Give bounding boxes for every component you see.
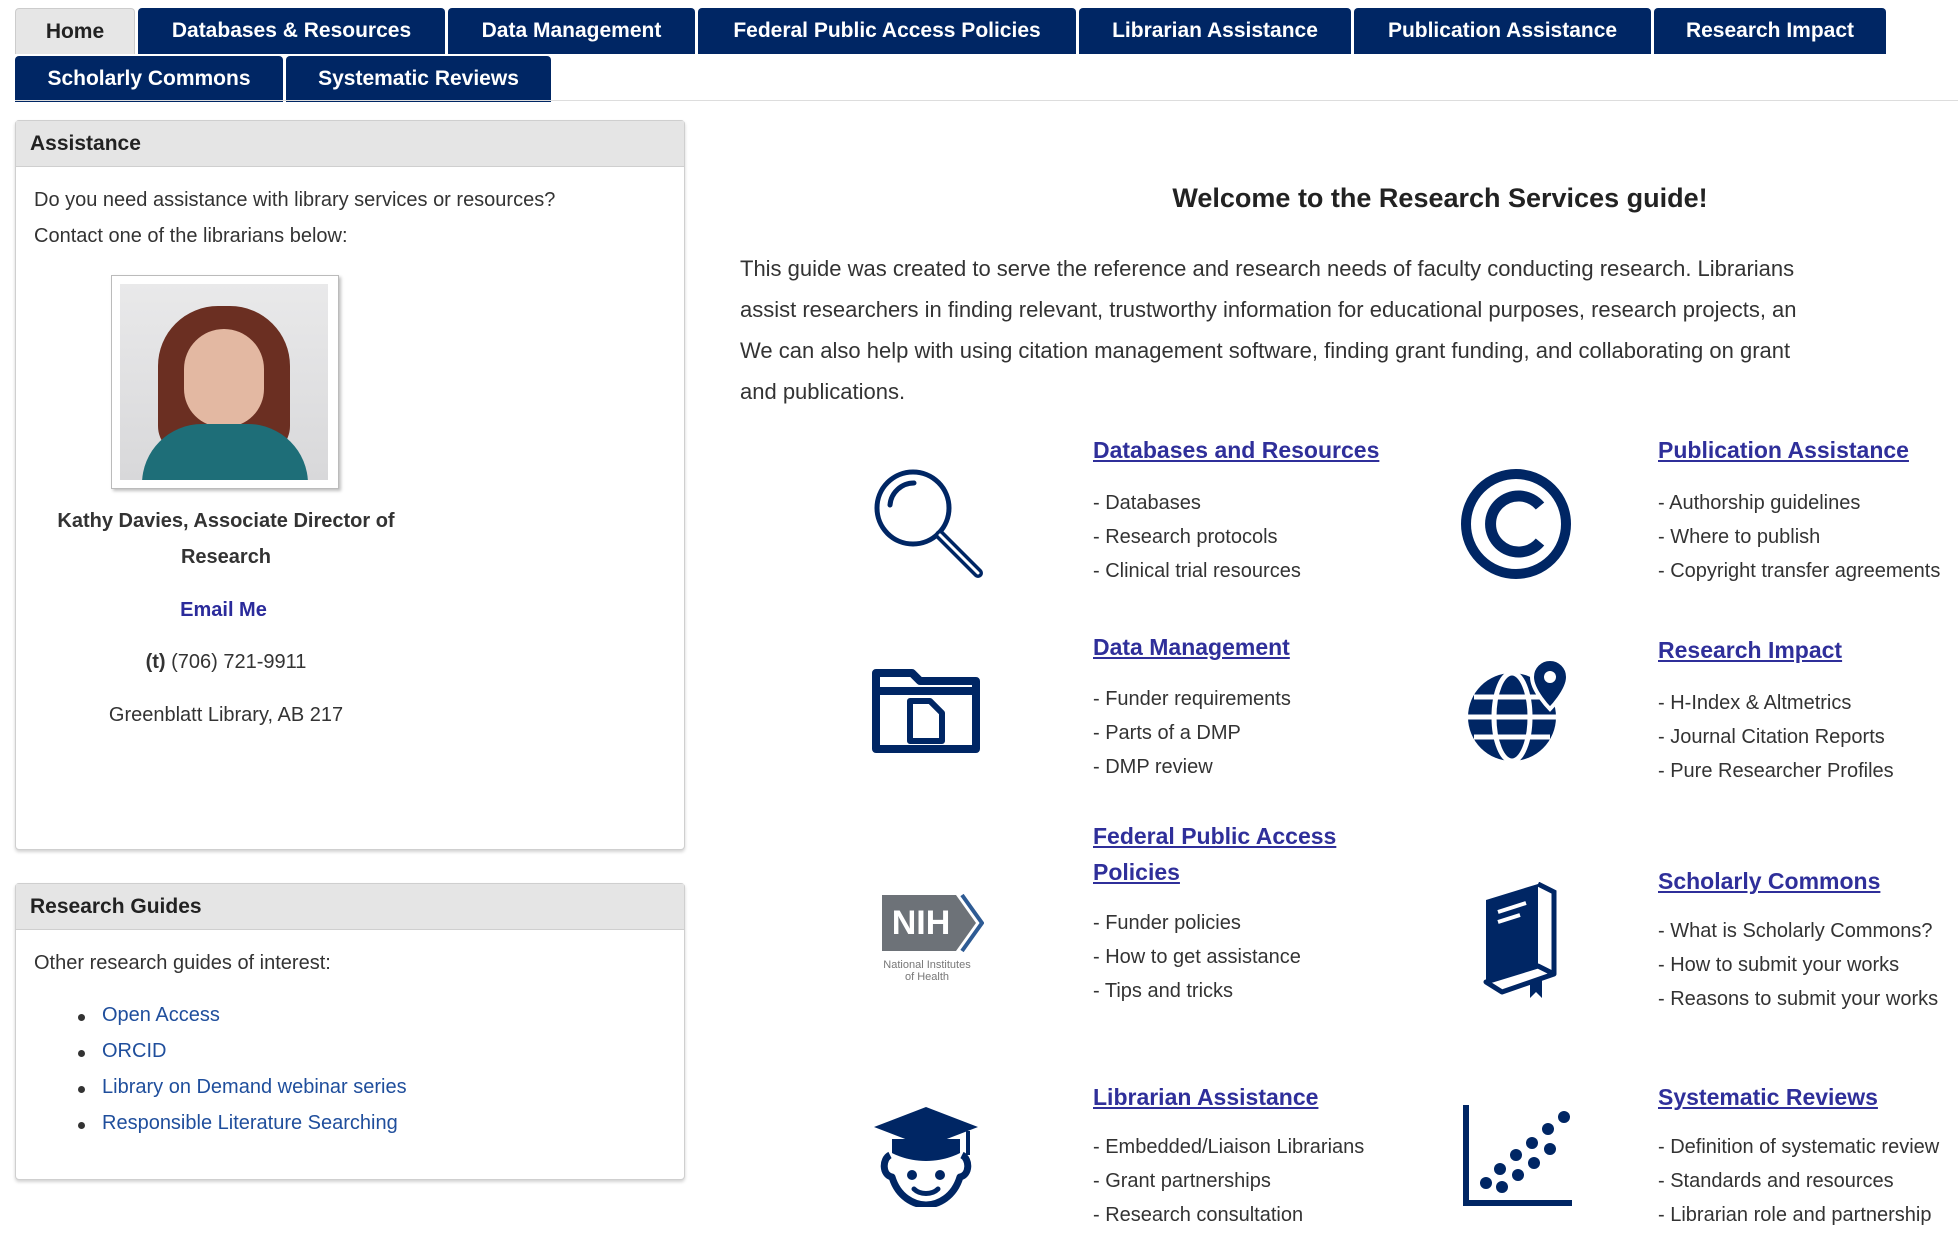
tab-scholarly-commons[interactable]: Scholarly Commons <box>15 56 283 102</box>
list-item: - Journal Citation Reports <box>1658 726 1885 748</box>
list-item: Responsible Literature Searching <box>78 1112 407 1148</box>
section-link-data-management[interactable]: Data Management <box>1093 629 1290 665</box>
section-link-publication[interactable]: Publication Assistance <box>1658 432 1909 468</box>
section-link-librarian-assistance[interactable]: Librarian Assistance <box>1093 1079 1318 1115</box>
list-item: - Databases <box>1093 492 1201 514</box>
list-item: ORCID <box>78 1040 407 1076</box>
databases-bullets: - Databases - Research protocols - Clini… <box>1093 492 1301 594</box>
guide-link-literature-searching[interactable]: Responsible Literature Searching <box>102 1112 398 1134</box>
list-item: - How to submit your works <box>1658 954 1900 976</box>
list-item: Open Access <box>78 1004 407 1040</box>
systematic-reviews-bullets: - Definition of systematic review - Stan… <box>1658 1136 1939 1238</box>
assistance-intro-line1: Do you need assistance with library serv… <box>34 189 556 211</box>
intro-line: assist researchers in finding relevant, … <box>740 297 1797 322</box>
federal-title-line1: Federal Public Access <box>1093 823 1337 849</box>
list-item: - Research consultation <box>1093 1204 1304 1226</box>
graduate-icon <box>874 1107 978 1207</box>
tabs-divider <box>15 100 1958 101</box>
guide-link-orcid[interactable]: ORCID <box>102 1040 166 1062</box>
list-item: - Copyright transfer agreements <box>1658 560 1941 582</box>
list-item: - Funder requirements <box>1093 688 1291 710</box>
office-location: Greenblatt Library, AB 217 <box>108 704 344 726</box>
research-guides-title: Research Guides <box>16 884 684 930</box>
phone-prefix: (t) <box>145 651 166 673</box>
list-item: - What is Scholarly Commons? <box>1658 920 1933 942</box>
tab-row-1: Home Databases & Resources Data Manageme… <box>15 8 1889 54</box>
list-item: - Grant partnerships <box>1093 1170 1271 1192</box>
section-link-research-impact[interactable]: Research Impact <box>1658 632 1842 668</box>
page-title: Welcome to the Research Services guide! <box>1172 183 1708 213</box>
list-item: - Standards and resources <box>1658 1170 1894 1192</box>
data-management-bullets: - Funder requirements - Parts of a DMP -… <box>1093 688 1291 790</box>
list-item: - Funder policies <box>1093 912 1241 934</box>
publication-bullets: - Authorship guidelines - Where to publi… <box>1658 492 1940 594</box>
research-guides-list: Open Access ORCID Library on Demand webi… <box>78 1004 407 1148</box>
globe-pin-icon <box>1468 656 1571 764</box>
librarian-name: Kathy Davies, Associate Director of Rese… <box>16 503 436 575</box>
assistance-intro-line2: Contact one of the librarians below: <box>34 225 348 247</box>
tab-data-management[interactable]: Data Management <box>448 8 695 54</box>
tab-research-impact[interactable]: Research Impact <box>1654 8 1886 54</box>
guide-link-open-access[interactable]: Open Access <box>102 1004 220 1026</box>
folder-icon <box>872 669 980 753</box>
scatter-plot-icon <box>1463 1105 1572 1206</box>
librarian-name-line2: Research <box>180 546 272 568</box>
magnifier-icon <box>874 469 983 578</box>
librarian-photo <box>111 275 339 489</box>
federal-title-line2: Policies <box>1093 859 1180 885</box>
intro-line: This guide was created to serve the refe… <box>740 256 1795 281</box>
book-icon <box>1483 882 1557 998</box>
research-guides-box: Research Guides Other research guides of… <box>15 883 685 1180</box>
list-item: - DMP review <box>1093 756 1213 778</box>
tab-librarian-assistance[interactable]: Librarian Assistance <box>1079 8 1351 54</box>
phone-value: (706) 721-9911 <box>171 651 307 673</box>
list-item: - Tips and tricks <box>1093 980 1234 1002</box>
assistance-box: Assistance Do you need assistance with l… <box>15 120 685 850</box>
list-item: - Pure Researcher Profiles <box>1658 760 1894 782</box>
section-link-scholarly-commons[interactable]: Scholarly Commons <box>1658 863 1880 899</box>
intro-line: We can also help with using citation man… <box>740 338 1791 363</box>
intro-paragraph: This guide was created to serve the refe… <box>740 248 1797 412</box>
research-guides-intro: Other research guides of interest: <box>34 952 331 974</box>
tab-home[interactable]: Home <box>15 8 135 54</box>
librarian-photo-image <box>120 284 328 480</box>
list-item: - Reasons to submit your works <box>1658 988 1939 1010</box>
federal-policies-bullets: - Funder policies - How to get assistanc… <box>1093 912 1301 1014</box>
guide-link-library-on-demand[interactable]: Library on Demand webinar series <box>102 1076 407 1098</box>
assistance-box-title: Assistance <box>16 121 684 167</box>
section-link-databases[interactable]: Databases and Resources <box>1093 432 1379 468</box>
list-item: - Librarian role and partnership <box>1658 1204 1932 1226</box>
list-item: - Where to publish <box>1658 526 1821 548</box>
intro-line: and publications. <box>740 379 906 404</box>
list-item: - How to get assistance <box>1093 946 1301 968</box>
nih-logo-text: NIH <box>891 904 951 942</box>
tab-publication-assistance[interactable]: Publication Assistance <box>1354 8 1651 54</box>
tab-databases-resources[interactable]: Databases & Resources <box>138 8 445 54</box>
section-link-federal-policies[interactable]: Federal Public Access Policies <box>1093 818 1336 890</box>
email-me-link[interactable]: Email Me <box>16 599 431 622</box>
tab-federal-public-access[interactable]: Federal Public Access Policies <box>698 8 1076 54</box>
list-item: - Definition of systematic review <box>1658 1136 1940 1158</box>
list-item: - Parts of a DMP <box>1093 722 1241 744</box>
list-item: - H-Index & Altmetrics <box>1658 692 1852 714</box>
list-item: - Research protocols <box>1093 526 1278 548</box>
copyright-icon <box>1461 469 1571 579</box>
list-item: - Authorship guidelines <box>1658 492 1861 514</box>
tab-systematic-reviews[interactable]: Systematic Reviews <box>286 56 551 102</box>
research-impact-bullets: - H-Index & Altmetrics - Journal Citatio… <box>1658 692 1894 794</box>
tab-row-2: Scholarly Commons Systematic Reviews <box>15 56 554 102</box>
nih-logo-subtitle-1: National Institutes <box>883 959 971 971</box>
librarian-assistance-bullets: - Embedded/Liaison Librarians - Grant pa… <box>1093 1136 1364 1238</box>
phone-number: (t) (706) 721-9911 <box>16 651 436 674</box>
nih-logo: NIH National Institutes of Health <box>870 893 984 989</box>
list-item: - Clinical trial resources <box>1093 560 1301 582</box>
list-item: - Embedded/Liaison Librarians <box>1093 1136 1365 1158</box>
nih-logo-subtitle-2: of Health <box>904 971 950 983</box>
scholarly-commons-bullets: - What is Scholarly Commons? - How to su… <box>1658 920 1938 1022</box>
list-item: Library on Demand webinar series <box>78 1076 407 1112</box>
section-link-systematic-reviews[interactable]: Systematic Reviews <box>1658 1079 1878 1115</box>
librarian-name-line1: Kathy Davies, Associate Director of <box>57 510 395 532</box>
